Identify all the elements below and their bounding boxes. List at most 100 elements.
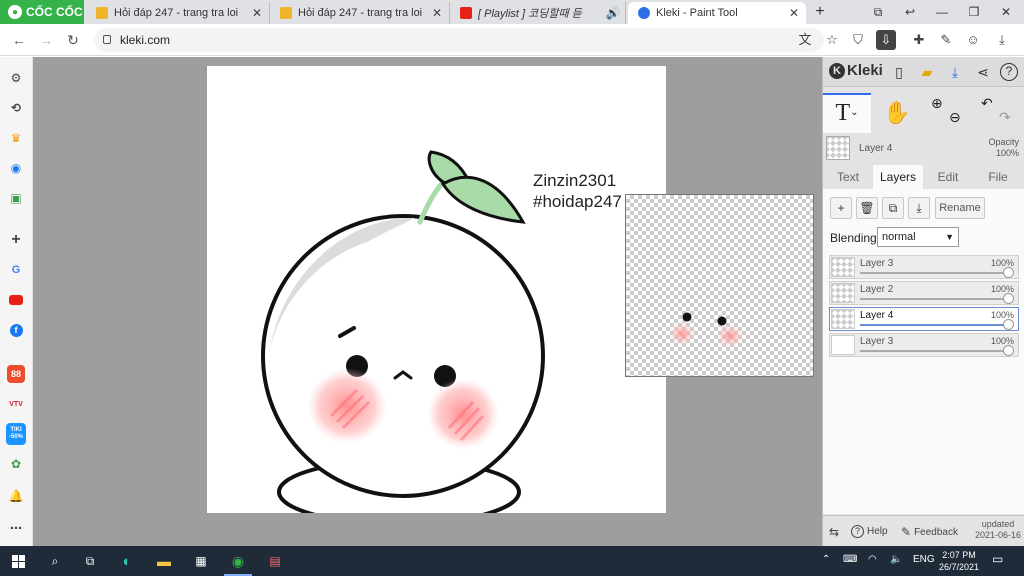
delete-layer-button[interactable]: 🗑 <box>856 197 878 219</box>
opacity-readout: Opacity 100% <box>988 137 1019 159</box>
download-icon[interactable]: ⤓ <box>945 62 965 82</box>
shopee-icon[interactable]: 88 <box>7 365 25 383</box>
tab-edit[interactable]: Edit <box>923 165 973 189</box>
notification-icon[interactable]: 🔔 <box>7 487 25 505</box>
maps-icon[interactable]: ✿ <box>7 455 25 473</box>
tab-hoidap-2[interactable]: Hỏi đáp 247 - trang tra loi ✕ <box>270 2 450 24</box>
layer-row[interactable]: Layer 2 100% <box>829 281 1019 305</box>
layer-row[interactable]: Layer 3 100% <box>829 333 1019 357</box>
history-icon[interactable]: ⟲ <box>7 99 25 117</box>
tab-layers[interactable]: Layers <box>873 165 923 189</box>
tab-hoidap-1[interactable]: Hỏi đáp 247 - trang tra loi ✕ <box>86 2 270 24</box>
store-icon[interactable]: ▦ <box>191 551 211 571</box>
undo-icon[interactable]: ↶ <box>981 93 993 113</box>
opacity-slider-handle[interactable] <box>1003 267 1014 278</box>
opacity-slider-handle[interactable] <box>1003 293 1014 304</box>
messenger-icon[interactable]: ◉ <box>7 159 25 177</box>
facebook-icon[interactable]: f <box>7 321 25 339</box>
language-indicator[interactable]: ENG <box>913 554 935 565</box>
translate-icon[interactable]: 文 <box>795 30 815 50</box>
search-icon[interactable]: ⌕ <box>45 551 65 571</box>
reload-button[interactable]: ↻ <box>63 30 83 50</box>
youtube-icon[interactable] <box>7 291 25 309</box>
system-clock[interactable]: 2:07 PM 26/7/2021 <box>935 549 983 573</box>
add-icon[interactable]: + <box>7 231 25 249</box>
chevron-down-icon[interactable]: ⌄ <box>850 107 858 118</box>
url-input[interactable]: kleki.com <box>94 28 824 52</box>
hand-tool-button[interactable]: ✋ <box>873 93 921 133</box>
opacity-slider-track[interactable] <box>860 298 1006 300</box>
notification-center-icon[interactable]: ▭ <box>992 552 1003 566</box>
coccoc-logo[interactable]: ● CỐC CỐC <box>0 0 84 24</box>
blending-select[interactable]: normal ▼ <box>877 227 959 247</box>
settings-icon[interactable]: ⚙ <box>7 69 25 87</box>
opacity-slider-track[interactable] <box>860 324 1006 326</box>
redo-icon[interactable]: ↷ <box>999 107 1011 127</box>
back-arrow-icon[interactable]: ↩ <box>894 0 926 24</box>
tab-kleki[interactable]: Kleki - Paint Tool ✕ <box>628 2 806 24</box>
tray-chevron-up-icon[interactable]: ⌃ <box>822 554 830 565</box>
share-icon[interactable]: ⋖ <box>973 62 993 82</box>
new-file-icon[interactable]: ▯ <box>889 62 909 82</box>
opacity-slider-track[interactable] <box>860 272 1006 274</box>
drawing-canvas[interactable]: Zinzin2301 #hoidap247 <box>207 66 666 513</box>
bookmark-star-icon[interactable]: ☆ <box>822 30 842 50</box>
coccoc-taskbar-icon[interactable]: ◉ <box>224 551 252 576</box>
file-explorer-icon[interactable]: ▬ <box>154 551 174 571</box>
kleki-logo[interactable]: K Kleki <box>829 62 883 79</box>
audio-playing-icon[interactable]: 🔊 <box>605 6 621 20</box>
rename-button[interactable]: Rename <box>935 197 985 219</box>
cast-icon[interactable]: ⧉ <box>862 0 894 24</box>
help-circle-icon[interactable]: ? <box>1000 63 1018 81</box>
edge-icon[interactable]: ◐ <box>117 551 137 571</box>
new-tab-button[interactable]: + <box>810 2 830 22</box>
crown-icon[interactable]: ♛ <box>7 129 25 147</box>
vtv-icon[interactable]: VTV <box>7 395 25 413</box>
volume-icon[interactable]: 🔈 <box>890 554 902 565</box>
add-layer-button[interactable]: + <box>830 197 852 219</box>
canvas-watermark-text: Zinzin2301 #hoidap247 <box>533 171 622 211</box>
opacity-slider-handle[interactable] <box>1003 345 1014 356</box>
forward-button[interactable]: → <box>36 30 56 50</box>
keyboard-icon[interactable]: ⌨ <box>843 554 857 565</box>
wifi-icon[interactable]: ◠ <box>868 554 877 565</box>
layer-row[interactable]: Layer 3 100% <box>829 255 1019 279</box>
download-extension-icon[interactable]: ⇩ <box>876 30 896 50</box>
zoom-in-icon[interactable]: ⊕ <box>931 93 943 113</box>
opacity-slider-handle[interactable] <box>1003 319 1014 330</box>
canvas-workspace[interactable]: Zinzin2301 #hoidap247 <box>33 57 822 546</box>
swap-side-button[interactable]: ⇆ <box>829 525 839 539</box>
feedback-button[interactable]: ✎ Feedback <box>901 525 958 539</box>
game-icon[interactable]: ▣ <box>7 189 25 207</box>
back-button[interactable]: ← <box>9 30 29 50</box>
downloads-icon[interactable]: ⤓ <box>992 30 1012 50</box>
close-icon[interactable]: ✕ <box>249 6 265 20</box>
close-window-button[interactable]: ✕ <box>990 0 1022 24</box>
tab-youtube-playlist[interactable]: [ Playlist ] 코딩할때 듣 🔊 <box>450 2 626 24</box>
shield-icon[interactable]: ⛉ <box>848 30 868 50</box>
windows-start-icon[interactable] <box>8 551 28 571</box>
merge-layer-button[interactable]: ⤓ <box>908 197 930 219</box>
duplicate-layer-button[interactable]: ⧉ <box>882 197 904 219</box>
open-folder-icon[interactable]: ▰ <box>917 62 937 82</box>
close-icon[interactable]: ✕ <box>429 6 445 20</box>
help-button[interactable]: ? Help <box>851 525 888 538</box>
tab-file[interactable]: File <box>973 165 1023 189</box>
opacity-slider-track[interactable] <box>860 350 1006 352</box>
extensions-icon[interactable]: ✚ <box>909 30 929 50</box>
tab-text[interactable]: Text <box>823 165 873 189</box>
restore-button[interactable]: ❐ <box>958 0 990 24</box>
task-view-icon[interactable]: ⧉ <box>80 551 100 571</box>
close-icon[interactable]: ✕ <box>786 6 802 20</box>
tiki-icon[interactable]: TIKI -50% <box>6 423 26 445</box>
edit-icon[interactable]: ✎ <box>936 30 956 50</box>
paint-app-icon[interactable]: ▤ <box>265 551 285 571</box>
minimize-button[interactable]: — <box>926 0 958 24</box>
text-tool-button[interactable]: T⌄ <box>823 93 871 133</box>
current-layer-name: Layer 4 <box>859 143 893 154</box>
zoom-out-icon[interactable]: ⊖ <box>949 107 961 127</box>
more-icon[interactable]: ⋯ <box>7 519 25 537</box>
profile-icon[interactable]: ☺ <box>963 30 983 50</box>
layer-row-selected[interactable]: Layer 4 100% <box>829 307 1019 331</box>
google-icon[interactable]: G <box>7 261 25 279</box>
